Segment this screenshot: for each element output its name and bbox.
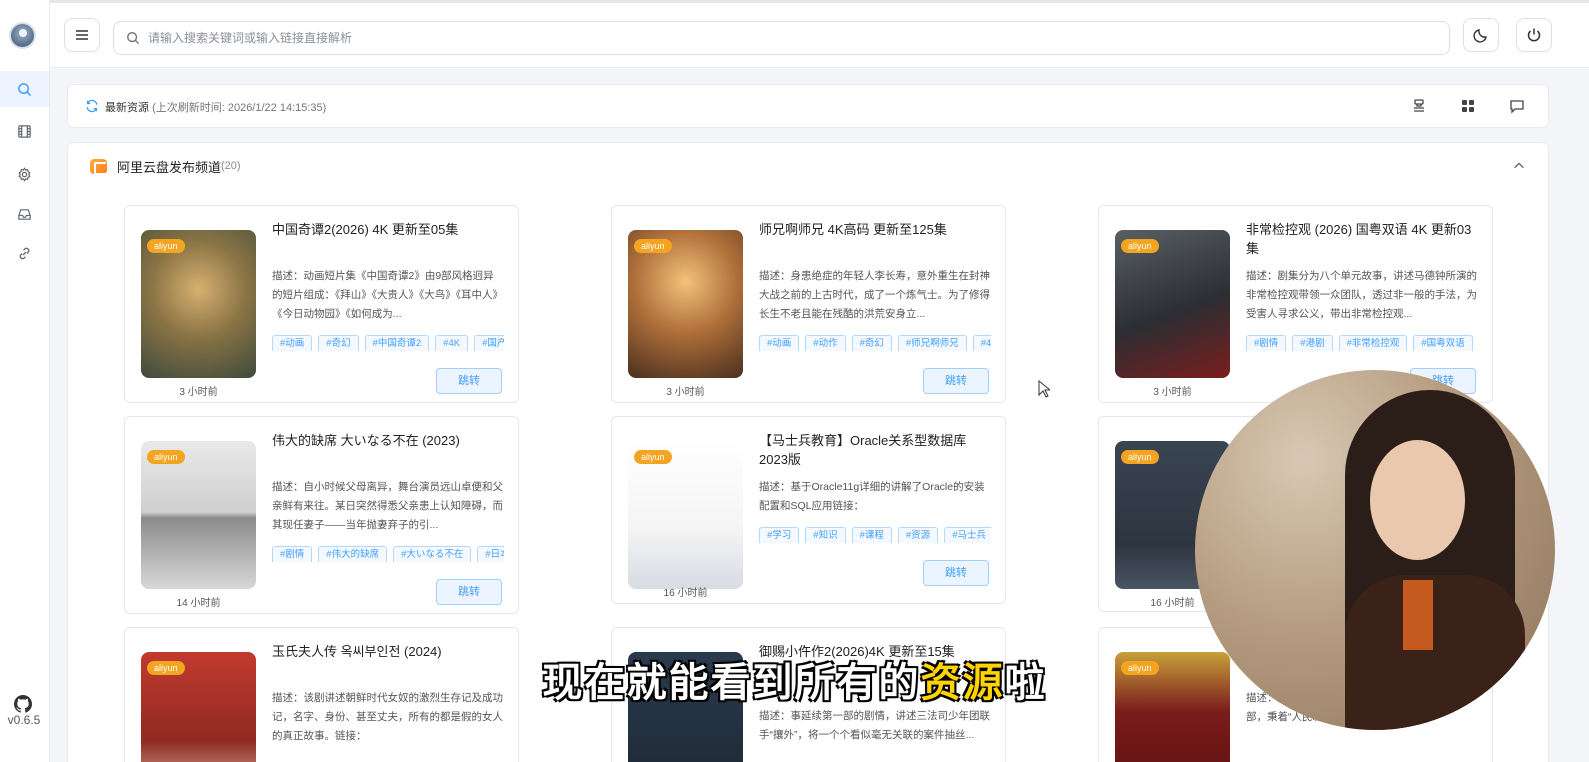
- tag[interactable]: #日本: [477, 546, 504, 562]
- tag[interactable]: #中国奇谭2: [364, 335, 430, 351]
- tag[interactable]: #剧情: [1246, 335, 1287, 351]
- tag[interactable]: #马士兵: [944, 527, 991, 543]
- aliyun-badge: aliyun: [147, 450, 185, 464]
- card-description: 描述：自小时候父母离异，舞台演员远山卓便和父亲鲜有来往。某日突然得悉父亲患上认知…: [272, 481, 503, 531]
- card-title: 非常检控观 (2026) 国粤双语 4K 更新03集: [1246, 222, 1472, 256]
- tag[interactable]: #国产: [474, 335, 504, 351]
- tag[interactable]: #奇幻: [851, 335, 892, 351]
- card-time: 3 小时前: [179, 387, 218, 398]
- tag[interactable]: #港剧: [1292, 335, 1333, 351]
- poster-image: aliyun: [141, 441, 256, 589]
- nav-search-icon[interactable]: [0, 71, 49, 107]
- tag[interactable]: #国粤双语: [1413, 335, 1473, 351]
- search-box[interactable]: [113, 21, 1450, 55]
- card-description: 描述：基于Oracle11g详细的讲解了Oracle的安装配置和SQL应用链接：: [759, 481, 985, 512]
- filter-icon[interactable]: [1411, 98, 1427, 114]
- aliyun-channel-icon: [90, 158, 107, 175]
- poster-image: aliyun: [628, 441, 743, 589]
- channel-header[interactable]: 阿里云盘发布频道 (20): [90, 157, 241, 175]
- menu-toggle-button[interactable]: [64, 18, 100, 52]
- poster-image: aliyun: [141, 230, 256, 378]
- tag[interactable]: #动作: [805, 335, 846, 351]
- card-time: 16 小时前: [663, 588, 708, 599]
- resource-card[interactable]: aliyun 3 小时前 中国奇谭2(2026) 4K 更新至05集 描述：动画…: [124, 205, 519, 403]
- version-label: v0.6.5: [7, 713, 41, 727]
- resource-card[interactable]: aliyun 3 小时前 师兄啊师兄 4K高码 更新至125集 描述：身患绝症的…: [611, 205, 1006, 403]
- aliyun-badge: aliyun: [634, 239, 672, 253]
- jump-button[interactable]: 跳转: [923, 368, 989, 394]
- card-description: 描述：动画短片集《中国奇谭2》由9部风格迥异的短片组成：《拜山》《大贵人》《大鸟…: [272, 270, 503, 320]
- theme-toggle-button[interactable]: [1463, 18, 1499, 52]
- menu-icon: [76, 30, 88, 40]
- tag[interactable]: #4K: [435, 335, 469, 351]
- tag[interactable]: #非常检控观: [1338, 335, 1408, 351]
- mouse-cursor-icon: [1038, 380, 1050, 398]
- tag[interactable]: #知识: [805, 527, 846, 543]
- app-logo[interactable]: [9, 22, 36, 49]
- nav-settings-icon[interactable]: [0, 156, 49, 192]
- card-time: 3 小时前: [666, 387, 705, 398]
- poster-image: aliyun: [628, 230, 743, 378]
- aliyun-badge: aliyun: [634, 450, 672, 464]
- tag[interactable]: #剧情: [272, 546, 313, 562]
- tag[interactable]: #动画: [272, 335, 313, 351]
- nav-inbox-icon[interactable]: [0, 196, 49, 232]
- power-button[interactable]: [1516, 18, 1552, 52]
- latest-resources-bar: 最新资源 (上次刷新时间: 2026/1/22 14:15:35): [67, 84, 1549, 128]
- card-title: 中国奇谭2(2026) 4K 更新至05集: [272, 222, 459, 237]
- card-title: 伟大的缺席 大いなる不在 (2023): [272, 433, 460, 448]
- channel-name: 阿里云盘发布频道: [117, 159, 222, 175]
- refresh-icon[interactable]: [85, 99, 99, 113]
- card-title: 师兄啊师兄 4K高码 更新至125集: [759, 222, 947, 237]
- grid-view-icon[interactable]: [1460, 98, 1476, 114]
- aliyun-badge: aliyun: [1121, 239, 1159, 253]
- jump-button[interactable]: 跳转: [923, 560, 989, 586]
- card-description: 描述：事延续第一部的剧情，讲述三法司少年团联手“攘外”，将一个个看似毫无关联的案…: [759, 710, 990, 741]
- jump-button[interactable]: 跳转: [436, 579, 502, 605]
- chevron-up-icon[interactable]: [1512, 159, 1526, 173]
- sidebar: v0.6.5: [0, 0, 50, 762]
- card-tags: #剧情 #伟大的缺席 #大いなる不在 #日本: [272, 544, 504, 562]
- tag[interactable]: #资源: [897, 527, 939, 543]
- channel-count: (20): [221, 160, 241, 172]
- card-tags: #剧情 #港剧 #非常检控观 #国粤双语: [1246, 333, 1478, 351]
- video-subtitle: 现在就能看到所有的资源啦: [542, 661, 1047, 705]
- last-refresh-time: (上次刷新时间: 2026/1/22 14:15:35): [152, 102, 327, 114]
- card-tags: #动画 #奇幻 #中国奇谭2 #4K #国产: [272, 333, 504, 351]
- tag[interactable]: #课程: [851, 527, 892, 543]
- top-bar: [50, 0, 1589, 68]
- search-input[interactable]: [148, 31, 1428, 45]
- card-time: 14 小时前: [176, 598, 221, 609]
- tag[interactable]: #大いなる不在: [393, 546, 472, 562]
- aliyun-badge: aliyun: [1121, 450, 1159, 464]
- tag[interactable]: #4K: [972, 335, 991, 351]
- resource-card[interactable]: aliyun 14 小时前 伟大的缺席 大いなる不在 (2023) 描述：自小时…: [124, 416, 519, 614]
- resource-card[interactable]: aliyun 3 小时前 非常检控观 (2026) 国粤双语 4K 更新03集 …: [1098, 205, 1493, 403]
- resource-card[interactable]: aliyun 16 小时前 【马士兵教育】Oracle关系型数据库2023版 描…: [611, 416, 1006, 604]
- tag[interactable]: #伟大的缺席: [318, 546, 388, 562]
- card-description: 描述：剧集分为八个单元故事，讲述马德钟所演的非常检控观带领一众团队，透过非一般的…: [1246, 270, 1477, 320]
- tag[interactable]: #动画: [759, 335, 800, 351]
- latest-title: 最新资源 (上次刷新时间: 2026/1/22 14:15:35): [105, 102, 327, 114]
- search-icon: [127, 32, 140, 45]
- power-icon: [1527, 28, 1541, 42]
- nav-link-icon[interactable]: [0, 235, 49, 271]
- tag[interactable]: #学习: [759, 527, 800, 543]
- card-tags: #动画 #动作 #奇幻 #师兄啊师兄 #4K: [759, 333, 991, 351]
- tag[interactable]: #师兄啊师兄: [897, 335, 967, 351]
- nav-film-icon[interactable]: [0, 113, 49, 149]
- card-time: 3 小时前: [1153, 387, 1192, 398]
- poster-image: aliyun: [1115, 230, 1230, 378]
- tag[interactable]: #奇幻: [318, 335, 359, 351]
- moon-icon: [1473, 29, 1487, 43]
- card-title: 【马士兵教育】Oracle关系型数据库2023版: [759, 433, 967, 467]
- jump-button[interactable]: 跳转: [436, 368, 502, 394]
- card-description: 描述：身患绝症的年轻人李长寿，意外重生在封神大战之前的上古时代，成了一个炼气士。…: [759, 270, 990, 320]
- aliyun-badge: aliyun: [147, 239, 185, 253]
- card-tags: #学习 #知识 #课程 #资源 #马士兵: [759, 525, 991, 543]
- comment-icon[interactable]: [1509, 98, 1525, 114]
